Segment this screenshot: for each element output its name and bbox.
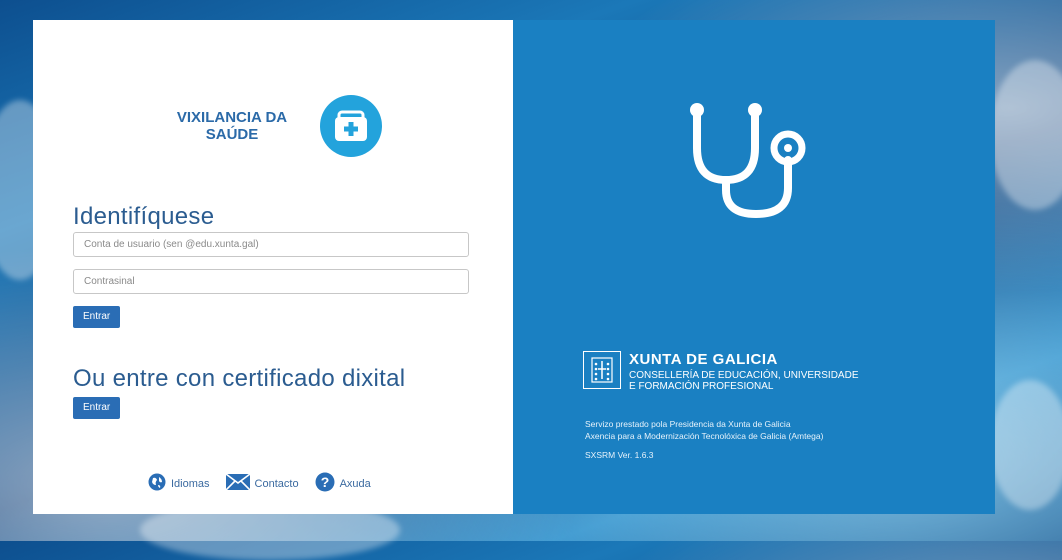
info-panel: XUNTA DE GALICIA CONSELLERÍA DE EDUCACIÓ… — [513, 20, 995, 514]
service-line-1: Servizo prestado pola Presidencia da Xun… — [585, 419, 791, 429]
xunta-shield-icon — [583, 351, 621, 389]
question-mark-icon: ? — [315, 472, 335, 495]
contact-label: Contacto — [254, 477, 299, 490]
stethoscope-icon — [681, 100, 821, 225]
certificate-heading: Ou entre con certificado dixital — [73, 365, 406, 392]
login-panel: VIXILANCIA DA SAÚDE Identifíquese Entrar… — [33, 20, 513, 514]
logo-line-1: VIXILANCIA DA — [176, 109, 288, 126]
login-button[interactable]: Entrar — [73, 306, 121, 328]
svg-text:?: ? — [320, 474, 329, 490]
org-subtitle-line-2: E FORMACIÓN PROFESIONAL — [629, 381, 774, 392]
login-heading: Identifíquese — [73, 203, 215, 230]
contact-link[interactable]: Contacto — [224, 473, 299, 493]
background-wave — [990, 380, 1062, 510]
help-link[interactable]: ? Axuda — [315, 472, 371, 495]
org-title: XUNTA DE GALICIA — [629, 351, 778, 368]
org-subtitle-line-1: CONSELLERÍA DE EDUCACIÓN, UNIVERSIDADE — [629, 370, 859, 381]
languages-label: Idiomas — [171, 477, 210, 490]
footer-links: Idiomas Contacto ? Axuda — [148, 472, 387, 495]
languages-link[interactable]: Idiomas — [148, 473, 210, 494]
globe-icon — [148, 473, 166, 494]
service-line-2: Axencia para a Modernización Tecnolóxica… — [585, 431, 824, 441]
certificate-login-button[interactable]: Entrar — [73, 397, 121, 419]
medical-kit-icon — [320, 95, 382, 157]
envelope-icon — [224, 473, 251, 493]
background-wave — [990, 60, 1062, 210]
app-logo-text: VIXILANCIA DA SAÚDE — [161, 109, 303, 143]
xunta-logo: XUNTA DE GALICIA CONSELLERÍA DE EDUCACIÓ… — [583, 351, 859, 392]
username-input[interactable] — [73, 232, 469, 257]
logo-line-2: SAÚDE — [205, 126, 259, 143]
password-input[interactable] — [73, 269, 469, 294]
version-text: SXSRM Ver. 1.6.3 — [585, 450, 654, 460]
help-label: Axuda — [339, 477, 371, 490]
